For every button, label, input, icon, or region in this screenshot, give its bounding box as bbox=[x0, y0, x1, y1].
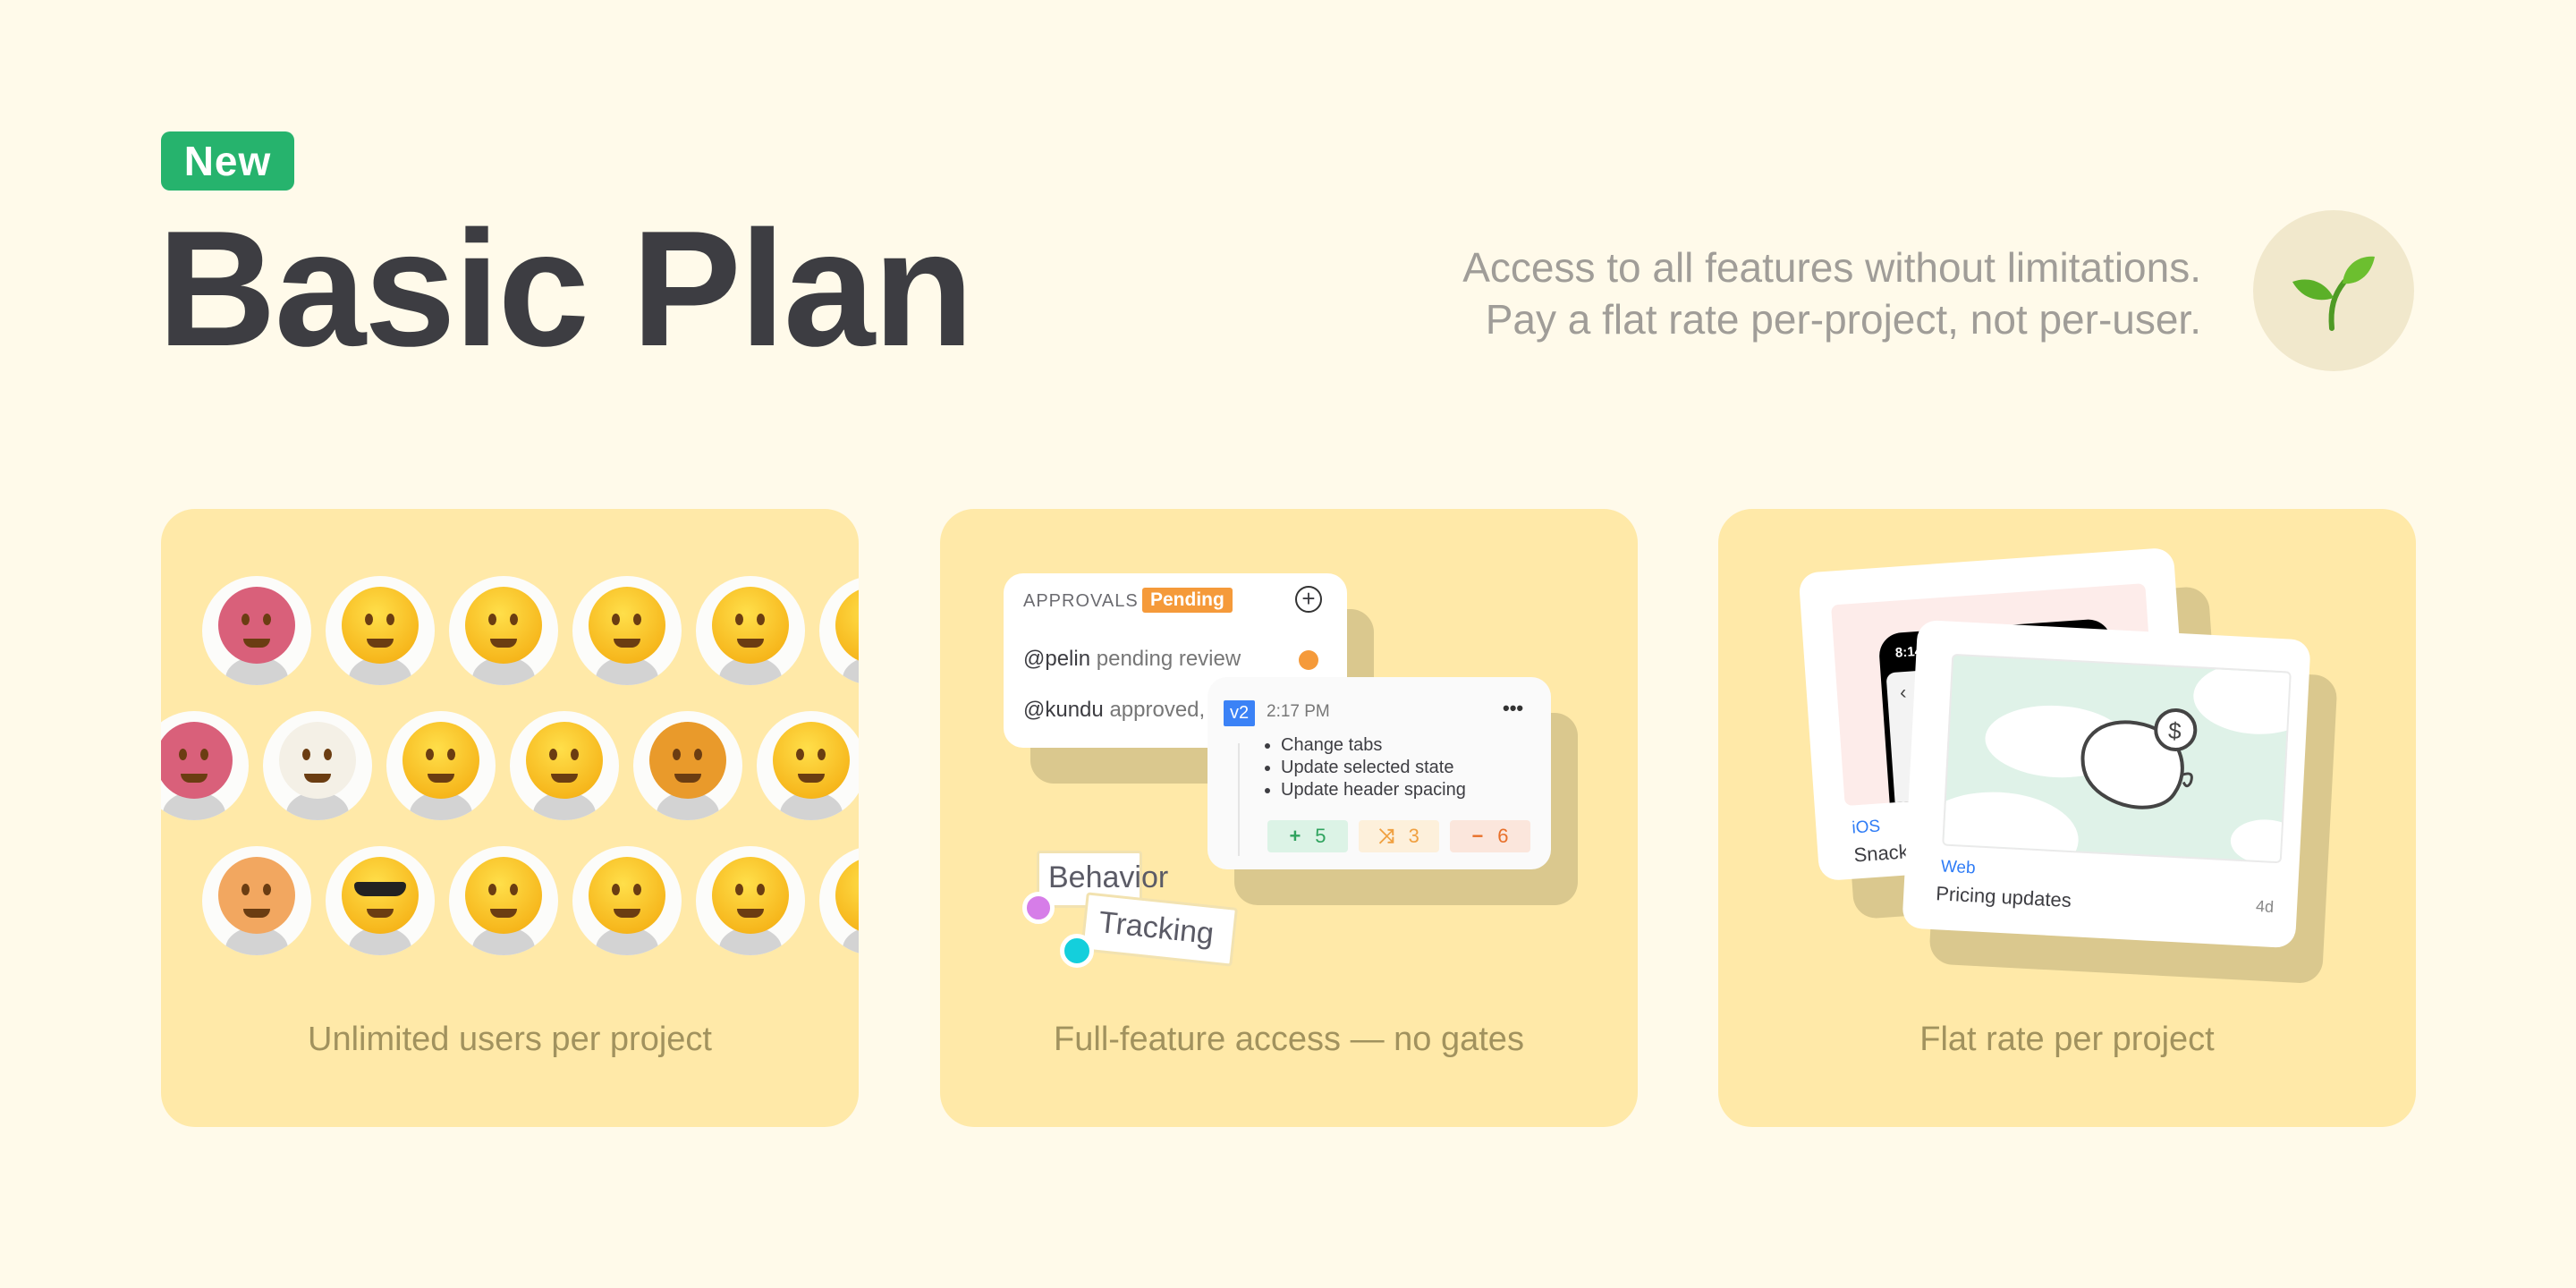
tag-tracking[interactable]: Tracking bbox=[1080, 892, 1238, 967]
page-title: Basic Plan bbox=[157, 196, 974, 380]
user-avatar bbox=[819, 846, 859, 955]
sprout-icon bbox=[2253, 210, 2414, 371]
new-badge: New bbox=[161, 131, 294, 191]
user-avatar bbox=[449, 576, 558, 685]
user-avatar bbox=[202, 576, 311, 685]
avatar-body bbox=[843, 927, 859, 955]
user-avatar bbox=[572, 846, 682, 955]
more-options-icon[interactable]: ••• bbox=[1503, 697, 1523, 720]
user-avatar bbox=[326, 846, 435, 955]
approval-status: pending review bbox=[1096, 647, 1241, 671]
lion-icon bbox=[649, 722, 726, 799]
grimacing-face-icon bbox=[465, 587, 542, 664]
user-avatar bbox=[696, 576, 805, 685]
shuffle-icon: ⤨ bbox=[1378, 825, 1394, 847]
item-name: Pricing updates bbox=[1935, 882, 2072, 912]
purple-dot-icon bbox=[1022, 892, 1055, 924]
platform-label: iOS bbox=[1851, 817, 1881, 838]
approval-user: @pelin bbox=[1023, 647, 1091, 671]
thinking-face-icon bbox=[589, 857, 665, 934]
user-avatar bbox=[326, 576, 435, 685]
card-caption: Unlimited users per project bbox=[308, 1021, 712, 1058]
full-moon-face-icon bbox=[712, 587, 789, 664]
feature-card-unlimited-users: Unlimited users per project bbox=[161, 509, 859, 1127]
version-panel: v2 2:17 PM ••• Change tabs Update select… bbox=[1208, 677, 1551, 869]
cyan-dot-icon bbox=[1060, 934, 1094, 968]
user-avatar bbox=[386, 711, 496, 820]
pending-badge: Pending bbox=[1142, 588, 1233, 613]
anguished-face-icon bbox=[342, 587, 419, 664]
tagline-line: Pay a flat rate per-project, not per-use… bbox=[1485, 296, 2201, 343]
change-item: Update header spacing bbox=[1281, 779, 1466, 801]
relieved-face-icon bbox=[526, 722, 603, 799]
web-item-card[interactable]: $ Web Pricing updates 4d bbox=[1902, 619, 2311, 949]
item-age: 4d bbox=[2255, 896, 2275, 916]
face-with-thermometer-icon bbox=[589, 587, 665, 664]
feature-card-flat-rate: 8:14 ‹ iOS Snack $ Web Pricing updates 4… bbox=[1718, 509, 2416, 1127]
chicken-icon bbox=[279, 722, 356, 799]
pending-dot-icon bbox=[1299, 650, 1318, 670]
grinning-face-icon bbox=[402, 722, 479, 799]
smirking-face-icon bbox=[465, 857, 542, 934]
approval-status: approved, bbox=[1109, 698, 1206, 722]
smiling-face-with-sunglasses-icon bbox=[342, 857, 419, 934]
user-avatar bbox=[819, 576, 859, 685]
removed-count: 6 bbox=[1497, 825, 1509, 847]
face-with-head-bandage-icon bbox=[835, 587, 859, 664]
added-count: 5 bbox=[1315, 825, 1326, 847]
card-caption: Full-feature access — no gates bbox=[1054, 1021, 1524, 1058]
user-avatar bbox=[202, 846, 311, 955]
minus-icon: − bbox=[1471, 825, 1484, 847]
plus-icon: + bbox=[1289, 825, 1301, 847]
user-avatar bbox=[757, 711, 859, 820]
user-avatar bbox=[449, 846, 558, 955]
frowning-face-icon bbox=[773, 722, 850, 799]
unamused-face-icon bbox=[835, 857, 859, 934]
approval-user: @kundu bbox=[1023, 698, 1104, 722]
nerd-face-icon bbox=[712, 857, 789, 934]
version-time: 2:17 PM bbox=[1267, 702, 1330, 721]
timeline-line bbox=[1238, 743, 1240, 856]
user-avatar bbox=[161, 711, 249, 820]
user-avatar bbox=[696, 846, 805, 955]
add-circle-icon[interactable]: + bbox=[1295, 586, 1322, 613]
back-chevron-icon: ‹ bbox=[1899, 680, 1908, 704]
svg-text:$: $ bbox=[2167, 717, 2182, 745]
user-avatar bbox=[263, 711, 372, 820]
modified-count: 3 bbox=[1408, 825, 1419, 847]
user-avatar bbox=[510, 711, 619, 820]
octopus-icon bbox=[218, 587, 295, 664]
user-avatar bbox=[572, 576, 682, 685]
removed-count-chip: −6 bbox=[1450, 820, 1530, 852]
card-caption: Flat rate per project bbox=[1919, 1021, 2215, 1058]
approval-row: @kundu approved, bbox=[1023, 698, 1205, 723]
tagline-line: Access to all features without limitatio… bbox=[1462, 244, 2201, 291]
approvals-heading: APPROVALS bbox=[1023, 591, 1139, 611]
version-tag: v2 bbox=[1224, 700, 1256, 726]
change-item: Change tabs bbox=[1281, 734, 1466, 757]
piggy-bank-illustration: $ bbox=[1942, 653, 2292, 864]
change-item: Update selected state bbox=[1281, 757, 1466, 779]
tagline: Access to all features without limitatio… bbox=[1462, 242, 2201, 345]
approval-row: @pelin pending review bbox=[1023, 647, 1241, 672]
avatar-body bbox=[843, 657, 859, 685]
feature-card-full-access: APPROVALS Pending + @pelin pending revie… bbox=[940, 509, 1638, 1127]
user-avatar bbox=[633, 711, 742, 820]
added-count-chip: +5 bbox=[1267, 820, 1348, 852]
item-name: Snack bbox=[1852, 840, 1910, 867]
modified-count-chip: ⤨ 3 bbox=[1359, 820, 1439, 852]
octopus-icon bbox=[161, 722, 233, 799]
hamster-icon bbox=[218, 857, 295, 934]
platform-label: Web bbox=[1940, 857, 1977, 878]
change-list: Change tabs Update selected state Update… bbox=[1281, 734, 1466, 801]
